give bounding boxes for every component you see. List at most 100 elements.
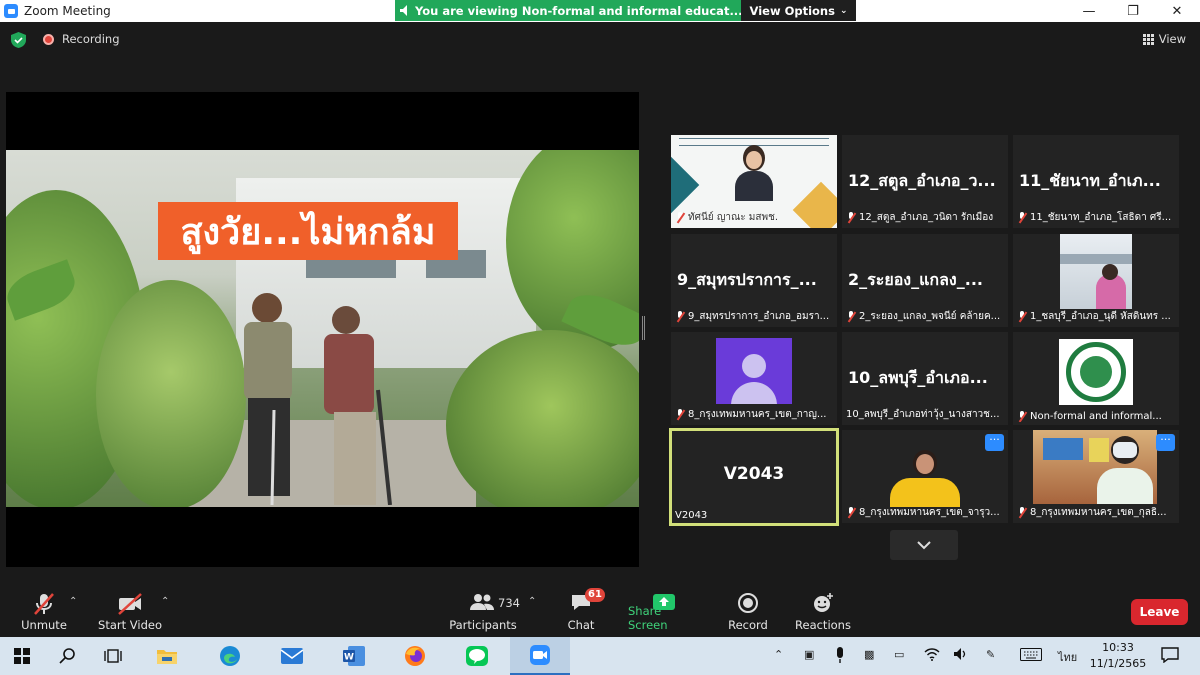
- muted-mic-icon: [1017, 311, 1027, 322]
- unmute-label: Unmute: [21, 618, 67, 632]
- close-button[interactable]: ✕: [1154, 0, 1200, 22]
- participant-display-name: 12_สตูล_อำเภอ_ว...: [848, 171, 996, 190]
- more-options-button[interactable]: ···: [1156, 434, 1175, 451]
- zoom-app-icon: [530, 645, 550, 665]
- unmute-button[interactable]: Unmute: [14, 586, 74, 636]
- participant-tile[interactable]: 11_ชัยนาท_อำเภ... 11_ชัยนาท_อำเภอ_โสธิดา…: [1013, 135, 1179, 228]
- svg-text:W: W: [344, 653, 354, 663]
- grid-icon: [1142, 33, 1154, 45]
- reactions-label: Reactions: [795, 618, 851, 632]
- recording-label: Recording: [62, 32, 120, 46]
- folder-icon: [157, 650, 177, 664]
- start-video-label: Start Video: [98, 618, 162, 632]
- participants-options-caret[interactable]: ⌃: [528, 596, 536, 607]
- word-icon: W: [343, 646, 365, 666]
- participant-name: 8_กรุงเทพมหานคร_เขต_กุลธิ...: [1017, 505, 1175, 520]
- chevron-down-icon: [917, 541, 931, 550]
- taskbar-zoom[interactable]: [510, 637, 570, 675]
- participant-tile[interactable]: 2_ระยอง_แกลง_... 2_ระยอง_แกลง_พจนีย์ คล้…: [842, 234, 1008, 327]
- view-label: View: [1158, 32, 1186, 46]
- participant-tile[interactable]: 10_ลพบุรี_อำเภอ... 10_ลพบุรี_อำเภอท่าวุ้…: [842, 332, 1008, 425]
- screen-share-tray-icon[interactable]: ▩: [864, 648, 874, 661]
- search-icon: [59, 648, 75, 664]
- slide-decoration: [671, 156, 700, 214]
- record-button[interactable]: Record: [724, 586, 772, 636]
- microphone-in-use-icon[interactable]: [835, 647, 845, 663]
- participants-label: Participants: [449, 618, 517, 632]
- muted-mic-icon: [675, 409, 685, 420]
- next-page-button[interactable]: [890, 530, 958, 560]
- taskbar-mail[interactable]: [278, 642, 306, 670]
- task-view-button[interactable]: [99, 642, 127, 670]
- meet-now-icon[interactable]: ▣: [804, 648, 814, 661]
- participant-video: [882, 444, 968, 507]
- video-off-icon: [118, 593, 142, 615]
- participant-display-name: 9_สมุทรปราการ_...: [677, 270, 817, 289]
- pen-icon[interactable]: ✎: [986, 648, 995, 661]
- participant-name: 8_กรุงเทพมหานคร_เขต_กาญ...: [675, 407, 833, 422]
- minimize-button[interactable]: —: [1066, 0, 1112, 22]
- participant-tile[interactable]: 8_กรุงเทพมหานคร_เขต_กาญ...: [671, 332, 837, 425]
- participant-name: ทัศนีย์ ญาณะ มสพช.: [675, 210, 833, 225]
- start-video-button[interactable]: Start Video: [96, 586, 164, 636]
- muted-mic-icon: [675, 311, 685, 322]
- participant-tile[interactable]: ··· 8_กรุงเทพมหานคร_เขต_จารุว...: [842, 430, 1008, 523]
- participant-video: [1033, 430, 1157, 504]
- taskbar-clock[interactable]: 10:33 11/1/2565: [1088, 640, 1148, 672]
- wifi-icon[interactable]: [924, 647, 940, 661]
- taskbar-firefox[interactable]: [401, 642, 429, 670]
- participant-tile[interactable]: ทัศนีย์ ญาณะ มสพช.: [671, 135, 837, 228]
- volume-icon[interactable]: [953, 647, 969, 661]
- notification-icon[interactable]: [1161, 647, 1179, 663]
- slide-text-line: [679, 138, 829, 139]
- shared-video-frame: สูงวัย...ไม่หกล้ม: [6, 150, 639, 507]
- muted-mic-icon: [675, 212, 685, 223]
- close-icon: ✕: [1171, 3, 1183, 19]
- participant-name: 1_ชลบุรี_อำเภอ_นุดี หัสดินทร ...: [1017, 309, 1175, 324]
- participant-tile[interactable]: Non-formal and informal...: [1013, 332, 1179, 425]
- video-options-caret[interactable]: ⌃: [161, 596, 169, 607]
- touch-keyboard-icon[interactable]: [1020, 648, 1042, 661]
- security-shield-icon[interactable]: [11, 32, 26, 48]
- taskbar-word[interactable]: W: [340, 642, 368, 670]
- task-view-icon: [104, 649, 122, 663]
- more-options-button[interactable]: ···: [985, 434, 1004, 451]
- zoom-logo-icon: [4, 4, 18, 18]
- record-label: Record: [728, 618, 768, 632]
- participant-tile[interactable]: 1_ชลบุรี_อำเภอ_นุดี หัสดินทร ...: [1013, 234, 1179, 327]
- participant-tile[interactable]: 9_สมุทรปราการ_... 9_สมุทรปราการ_อำเภอ_อม…: [671, 234, 837, 327]
- participants-icon: [470, 594, 494, 610]
- start-button[interactable]: [8, 642, 36, 670]
- leave-button[interactable]: Leave: [1131, 599, 1188, 625]
- participant-name: 10_ลพบุรี_อำเภอท่าวุ้ง_นางสาวช...: [846, 409, 1000, 420]
- search-button[interactable]: [54, 642, 82, 670]
- video-gallery: ทัศนีย์ ญาณะ มสพช. 12_สตูล_อำเภอ_ว... 12…: [669, 135, 1179, 526]
- input-language-indicator[interactable]: ไทย: [1058, 648, 1077, 666]
- audio-options-caret[interactable]: ⌃: [69, 596, 77, 607]
- taskbar-edge[interactable]: [216, 642, 244, 670]
- show-hidden-icons-button[interactable]: ⌃: [774, 648, 783, 661]
- share-screen-button[interactable]: Share Screen: [628, 586, 700, 636]
- view-button[interactable]: View: [1142, 32, 1186, 46]
- participant-tile[interactable]: ··· 8_กรุงเทพมหานคร_เขต_กุลธิ...: [1013, 430, 1179, 523]
- muted-mic-icon: [1017, 507, 1027, 518]
- reactions-button[interactable]: Reactions: [794, 586, 852, 636]
- layout-splitter-handle[interactable]: [642, 316, 645, 340]
- line-app-icon: [466, 646, 488, 666]
- video-title-banner: สูงวัย...ไม่หกล้ม: [158, 202, 458, 260]
- share-screen-icon: [653, 594, 675, 610]
- view-options-button[interactable]: View Options ⌄: [741, 0, 856, 21]
- participant-display-name: 10_ลพบุรี_อำเภอ...: [848, 368, 988, 387]
- taskbar-line[interactable]: [463, 642, 491, 670]
- shared-screen: สูงวัย...ไม่หกล้ม: [6, 92, 639, 567]
- clock-date: 11/1/2565: [1089, 657, 1147, 670]
- taskbar-file-explorer[interactable]: [153, 642, 181, 670]
- participant-name: V2043: [675, 510, 708, 521]
- participants-button[interactable]: Participants: [448, 586, 518, 636]
- clock-time: 10:33: [1102, 641, 1134, 654]
- active-speaker-tile[interactable]: V2043 V2043: [669, 428, 839, 526]
- elderly-woman-image: [324, 306, 392, 505]
- battery-icon[interactable]: ▭: [894, 648, 904, 661]
- maximize-button[interactable]: ❐: [1110, 0, 1156, 22]
- participant-tile[interactable]: 12_สตูล_อำเภอ_ว... 12_สตูล_อำเภอ_วนิดา ร…: [842, 135, 1008, 228]
